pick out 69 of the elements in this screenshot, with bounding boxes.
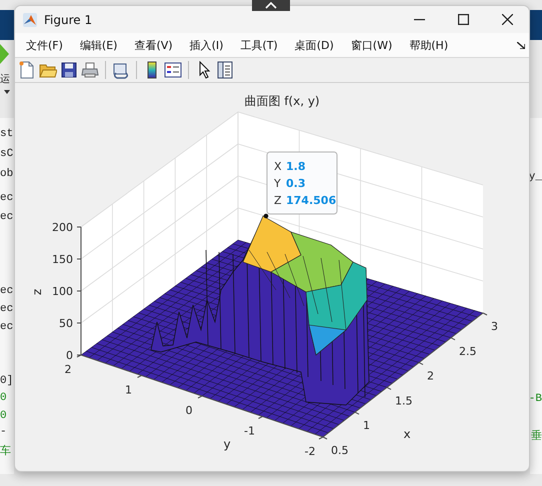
window-title: Figure 1: [44, 12, 94, 26]
y-tick-label: 2: [64, 363, 72, 376]
code-text-fragment: ec: [0, 303, 14, 316]
menu-item[interactable]: 编辑(E): [72, 38, 124, 52]
code-text-fragment: 运: [0, 74, 10, 87]
datatip-value: 0.3: [286, 177, 306, 190]
plot-title: 曲面图 f(x, y): [244, 94, 320, 108]
datatip-axis-label: Z: [274, 194, 282, 207]
menu-item[interactable]: 桌面(D): [288, 38, 341, 52]
y-axis-label: y: [223, 437, 231, 451]
maximize-icon: [458, 14, 468, 25]
new-file-button[interactable]: [18, 61, 36, 79]
code-comment-fragment: 车: [0, 446, 11, 459]
menu-item[interactable]: 文件(F): [19, 38, 70, 52]
menu-item[interactable]: 查看(V): [127, 38, 180, 52]
caret-icon[interactable]: [4, 90, 10, 94]
z-tick-label: 0: [66, 349, 73, 362]
z-tick-label: 150: [52, 253, 73, 266]
datatip-marker[interactable]: [264, 214, 268, 218]
save-button[interactable]: [60, 61, 78, 79]
menu-item[interactable]: 插入(I): [182, 38, 230, 52]
y-tick-label: 0: [186, 404, 192, 417]
x-tick-label: 3: [491, 320, 498, 333]
datatip-axis-label: X: [274, 160, 282, 173]
x-tick-label: 2: [427, 370, 434, 383]
x-tick-label: 2.5: [459, 344, 476, 358]
menu-item[interactable]: 帮助(H): [402, 38, 456, 52]
x-tick-label: 0.5: [331, 444, 348, 457]
code-comment-fragment: 0: [0, 392, 7, 405]
collapse-button[interactable]: [252, 0, 290, 11]
x-tick-label: 1: [363, 419, 370, 432]
datatip-axis-label: Y: [274, 177, 281, 190]
code-text-fragment: 0]: [0, 375, 14, 388]
code-comment-fragment: 0: [0, 410, 7, 423]
code-comment-fragment: 垂: [531, 431, 542, 444]
x-tick-label: 1.5: [395, 394, 412, 408]
menu-item[interactable]: 工具(T): [233, 38, 285, 52]
property-inspector-button[interactable]: [216, 61, 234, 79]
legend-button[interactable]: [164, 61, 182, 79]
chevron-icon: [265, 2, 277, 9]
code-text-fragment: sC: [0, 148, 14, 161]
dock-icon[interactable]: [517, 42, 525, 49]
close-icon: [502, 14, 512, 25]
y-tick-label: -1: [244, 424, 255, 438]
code-comment-fragment: -B: [528, 393, 542, 406]
y-tick-label: -2: [304, 445, 316, 458]
z-tick-label: 200: [52, 221, 73, 234]
ribbon-bar: [530, 10, 542, 40]
ribbon-bar: [0, 10, 14, 40]
code-text-fragment: ec: [0, 285, 14, 298]
x-axis-label: x: [403, 427, 411, 441]
datatip-value: 174.506: [286, 194, 336, 207]
app-icon: [23, 12, 37, 26]
code-text-fragment: -: [0, 426, 7, 439]
printer-button[interactable]: [81, 61, 99, 79]
menu-item[interactable]: 窗口(W): [344, 38, 400, 52]
code-text-fragment: ec: [0, 321, 14, 334]
code-text-fragment: ec: [0, 192, 14, 205]
code-text-fragment: y_: [528, 171, 542, 184]
z-tick-label: 100: [52, 285, 73, 298]
code-text-fragment: st: [0, 128, 14, 141]
z-axis-label: z: [30, 288, 44, 296]
link-button[interactable]: [112, 61, 130, 79]
code-text-fragment: ob: [0, 168, 14, 181]
datatip-value: 1.8: [286, 160, 306, 173]
z-tick-label: 50: [59, 317, 73, 330]
code-text-fragment: ec: [0, 211, 14, 224]
minimize-icon: [414, 18, 424, 20]
y-tick-label: 1: [125, 384, 132, 396]
